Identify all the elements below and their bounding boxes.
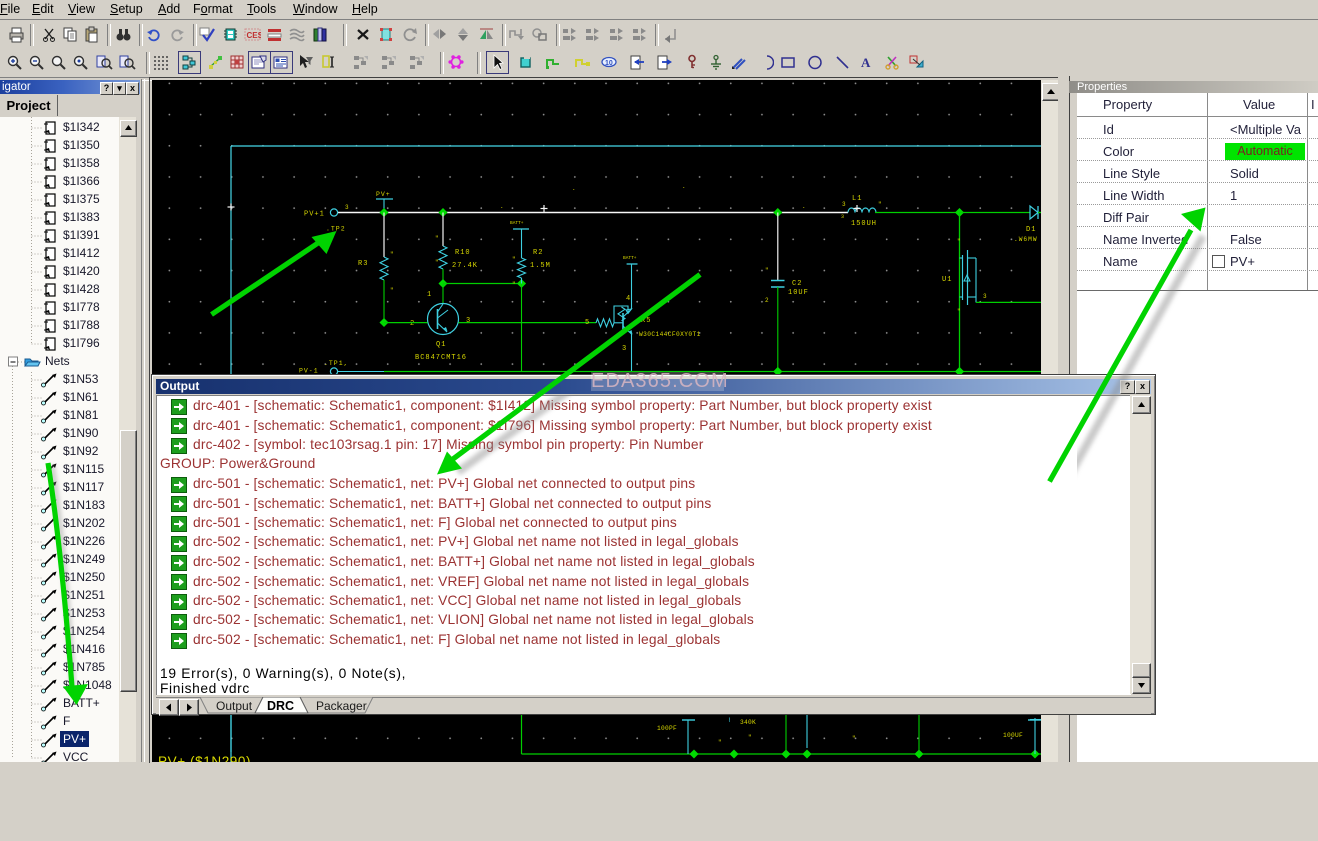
svg-text:BATT+: BATT+: [510, 220, 524, 226]
svg-text:CES: CES: [247, 31, 262, 40]
svg-text:1.5M: 1.5M: [530, 262, 551, 270]
svg-text:.: .: [802, 203, 807, 210]
svg-text:2: 2: [765, 297, 770, 304]
svg-text:3: 3: [345, 204, 350, 211]
svg-text:3: 3: [983, 293, 988, 300]
svg-text:": ": [765, 267, 770, 274]
svg-text:": ": [435, 259, 440, 266]
svg-text:.: .: [572, 185, 577, 192]
svg-text:Output: Output: [216, 699, 253, 713]
svg-text:": ": [748, 734, 753, 741]
svg-text:": ": [852, 735, 857, 742]
svg-text:.TP1,: .TP1,: [324, 360, 349, 367]
svg-text:BATT+: BATT+: [623, 255, 637, 261]
svg-text:R10: R10: [455, 249, 471, 257]
svg-text:10: 10: [605, 60, 613, 67]
svg-text:Q1: Q1: [436, 341, 446, 349]
svg-text:5: 5: [585, 319, 590, 327]
svg-text:.W6MW: .W6MW: [1014, 236, 1038, 243]
svg-text:": ": [512, 256, 517, 263]
svg-text:27.4K: 27.4K: [452, 262, 478, 270]
svg-text:.TP2: .TP2: [326, 226, 346, 233]
svg-text:": ": [390, 287, 395, 294]
svg-text:": ": [957, 238, 962, 245]
svg-text:": ": [435, 235, 440, 242]
svg-text:W30C144CF0XY0T1: W30C144CF0XY0T1: [639, 331, 701, 338]
svg-text:R2: R2: [533, 249, 543, 257]
svg-text:.: .: [500, 203, 505, 210]
svg-text:R3: R3: [358, 260, 368, 268]
svg-text:PV+ ($1N290): PV+ ($1N290): [158, 754, 251, 762]
svg-text:": ": [718, 739, 723, 746]
svg-text:.: .: [682, 183, 687, 190]
svg-text:": ": [390, 251, 395, 258]
svg-text:1: 1: [427, 291, 432, 299]
svg-text:Packager: Packager: [316, 699, 367, 713]
svg-text:3: 3: [622, 345, 627, 353]
svg-text:L1: L1: [852, 195, 862, 203]
svg-text:": ": [878, 201, 883, 208]
svg-text:3: 3: [466, 317, 471, 325]
svg-text:BC847CMT16: BC847CMT16: [415, 354, 467, 362]
svg-text:340K: 340K: [740, 719, 756, 726]
svg-text:10UF: 10UF: [788, 289, 809, 297]
svg-text:D1: D1: [1026, 226, 1036, 234]
svg-text:R5: R5: [641, 317, 651, 325]
svg-text:2: 2: [410, 320, 415, 328]
svg-text:": ": [957, 308, 962, 315]
svg-text:100PF: 100PF: [657, 725, 677, 732]
svg-text:3: 3: [842, 201, 847, 208]
svg-text:DRC: DRC: [267, 699, 294, 713]
svg-text:A: A: [861, 55, 871, 70]
svg-text:4: 4: [626, 295, 631, 303]
svg-text:100UF: 100UF: [1003, 732, 1023, 739]
svg-text:⌇: ⌇: [728, 717, 732, 724]
svg-text:3: 3: [841, 214, 845, 220]
svg-text:150UH: 150UH: [851, 220, 877, 228]
svg-text:PV+: PV+: [376, 191, 391, 198]
svg-text:U1: U1: [942, 276, 952, 284]
svg-text:PV+1: PV+1: [304, 211, 325, 219]
svg-text:": ": [512, 281, 517, 288]
svg-text:C2: C2: [792, 280, 802, 288]
